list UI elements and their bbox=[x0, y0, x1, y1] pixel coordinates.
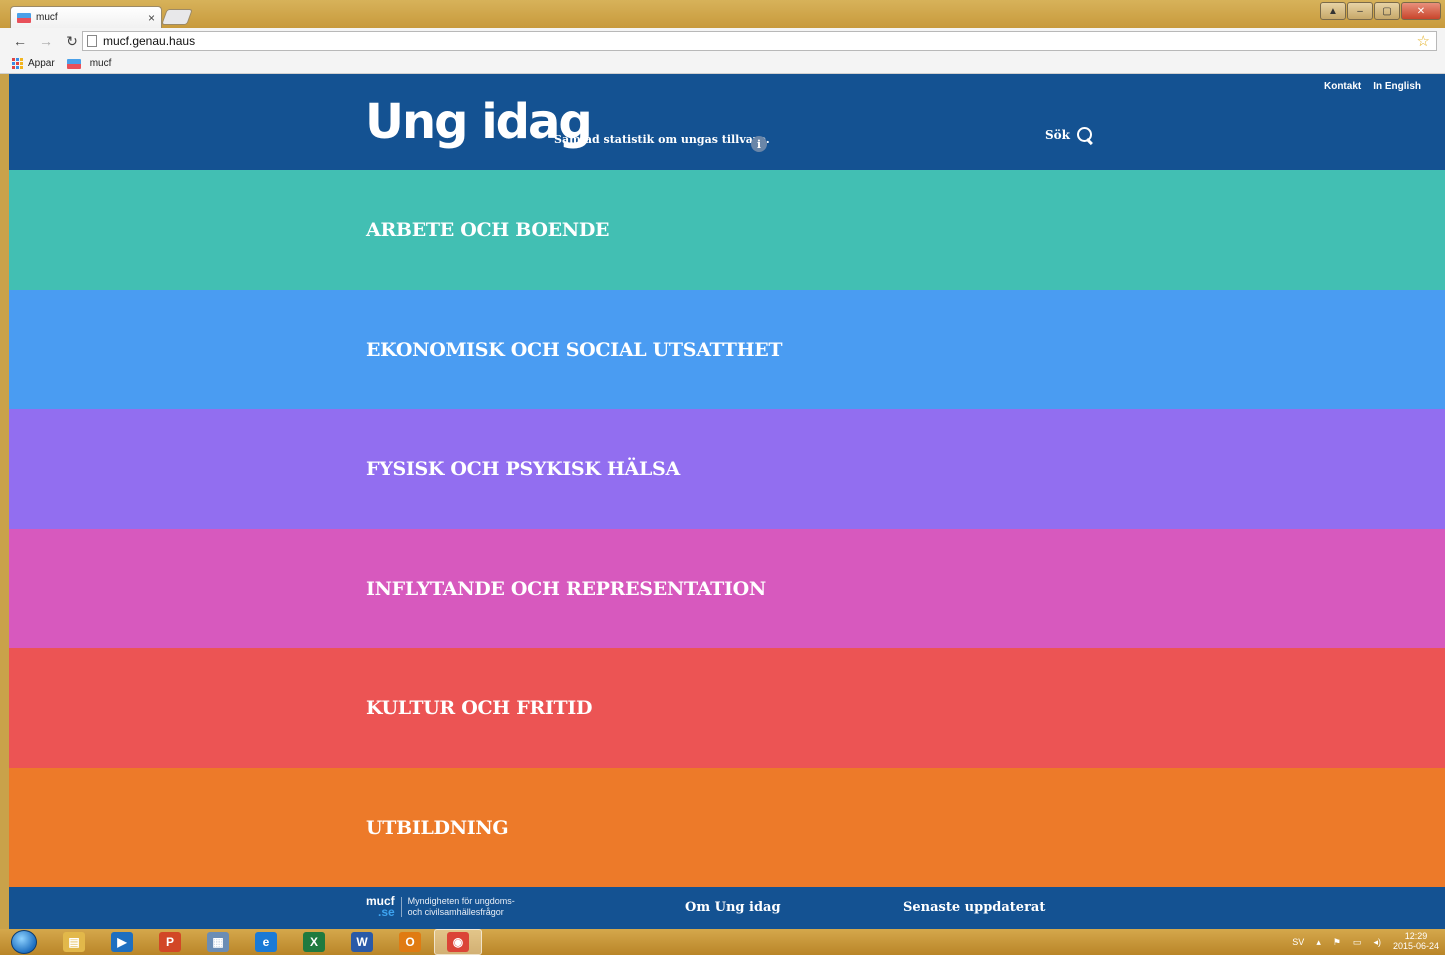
windows-orb-icon bbox=[11, 930, 37, 954]
mucf-favicon-icon bbox=[17, 12, 31, 23]
internet-explorer-icon: e bbox=[255, 932, 277, 952]
mucf-mark-se: .se bbox=[377, 904, 395, 919]
taskbar-app-button[interactable]: e bbox=[242, 929, 290, 955]
forward-arrow-icon[interactable]: → bbox=[38, 33, 54, 49]
language-indicator[interactable]: SV bbox=[1292, 937, 1304, 947]
system-tray: SV ▴ ⚑ ▭ ◂) 12:29 2015-06-24 bbox=[1292, 929, 1439, 955]
bookmark-star-icon[interactable]: ☆ bbox=[1417, 32, 1430, 50]
start-button[interactable] bbox=[6, 929, 42, 955]
window-controls: ▲ – ▢ ✕ bbox=[1320, 2, 1441, 20]
bookmark-label: mucf bbox=[89, 58, 112, 69]
top-links: Kontakt In English bbox=[1324, 81, 1421, 92]
reload-icon[interactable]: ↻ bbox=[64, 33, 80, 50]
search-button[interactable]: Sök bbox=[1045, 126, 1094, 144]
address-bar[interactable]: mucf.genau.haus ☆ bbox=[82, 31, 1437, 51]
clock-date: 2015-06-24 bbox=[1392, 941, 1439, 951]
mucf-logo[interactable]: mucf .se Myndigheten för ungdoms- och ci… bbox=[366, 895, 515, 919]
site-header: Kontakt In English Ung idag Samlad stati… bbox=[9, 74, 1445, 170]
taskbar-app-button[interactable]: O bbox=[386, 929, 434, 955]
bookmarks-bar: Appar mucf bbox=[0, 54, 1445, 74]
mucf-agency-name: Myndigheten för ungdoms- och civilsamhäl… bbox=[408, 896, 515, 917]
site-tagline: Samlad statistik om ungas tillvaro. bbox=[554, 133, 770, 146]
info-icon[interactable]: i bbox=[751, 136, 767, 152]
taskbar-app-button[interactable]: ▤ bbox=[50, 929, 98, 955]
windows-taskbar: ▤ ▶ P ▦ e X W O ◉ SV ▴ ⚑ ▭ ◂) 12:29 2015-06-24 bbox=[0, 929, 1445, 955]
category-band[interactable]: INFLYTANDE OCH REPRESENTATION bbox=[9, 528, 1445, 649]
browser-toolbar: ← → ↻ mucf.genau.haus ☆ bbox=[0, 28, 1445, 54]
chrome-icon: ◉ bbox=[447, 932, 469, 952]
site-footer: mucf .se Myndigheten för ungdoms- och ci… bbox=[9, 887, 1445, 929]
taskbar-app-button[interactable]: ▶ bbox=[98, 929, 146, 955]
bookmark-label: Appar bbox=[28, 58, 55, 69]
category-label: INFLYTANDE OCH REPRESENTATION bbox=[366, 577, 766, 600]
category-label: FYSISK OCH PSYKISK HÄLSA bbox=[366, 458, 680, 480]
search-icon bbox=[1076, 126, 1094, 144]
bookmark-mucf[interactable]: mucf bbox=[66, 58, 112, 69]
latest-updated-link[interactable]: Senaste uppdaterat bbox=[903, 900, 1045, 915]
media-player-icon: ▶ bbox=[111, 932, 133, 952]
category-band[interactable]: KULTUR OCH FRITID bbox=[9, 648, 1445, 768]
close-window-button[interactable]: ✕ bbox=[1401, 2, 1441, 20]
calculator-icon: ▦ bbox=[207, 932, 229, 952]
clock[interactable]: 12:29 2015-06-24 bbox=[1392, 931, 1439, 952]
mucf-favicon-icon bbox=[66, 58, 81, 69]
taskbar-app-button[interactable]: P bbox=[146, 929, 194, 955]
logo-divider bbox=[400, 896, 402, 917]
category-label: KULTUR OCH FRITID bbox=[366, 697, 593, 719]
outlook-icon: O bbox=[399, 932, 421, 952]
taskbar-app-button[interactable]: ◉ bbox=[434, 929, 482, 955]
page-icon bbox=[87, 35, 97, 47]
explorer-icon: ▤ bbox=[63, 932, 85, 952]
category-band[interactable]: UTBILDNING bbox=[9, 767, 1445, 888]
tray-expand-icon[interactable]: ▴ bbox=[1316, 937, 1321, 948]
mucf-line-2: och civilsamhällesfrågor bbox=[407, 906, 504, 917]
category-band[interactable]: EKONOMISK OCH SOCIAL UTSATTHET bbox=[9, 289, 1445, 410]
category-label: UTBILDNING bbox=[366, 816, 509, 839]
minimize-button[interactable]: – bbox=[1347, 2, 1373, 20]
taskbar-app-button[interactable]: W bbox=[338, 929, 386, 955]
apps-grid-icon bbox=[12, 57, 24, 70]
mucf-mark: mucf .se bbox=[366, 895, 395, 919]
user-icon[interactable]: ▲ bbox=[1320, 2, 1346, 20]
volume-icon[interactable]: ◂) bbox=[1373, 937, 1381, 948]
tab-close-icon[interactable]: × bbox=[148, 11, 155, 25]
url-text: mucf.genau.haus bbox=[103, 34, 196, 48]
excel-icon: X bbox=[303, 932, 325, 952]
mucf-line-1: Myndigheten för ungdoms- bbox=[407, 896, 515, 907]
tab-title: mucf bbox=[36, 12, 58, 23]
word-icon: W bbox=[351, 932, 373, 952]
bookmark-apps[interactable]: Appar bbox=[12, 57, 55, 70]
browser-tabstrip: mucf × ▲ – ▢ ✕ bbox=[0, 0, 1445, 28]
english-link[interactable]: In English bbox=[1373, 81, 1421, 92]
network-icon[interactable]: ▭ bbox=[1353, 937, 1362, 948]
maximize-button[interactable]: ▢ bbox=[1374, 2, 1400, 20]
taskbar-apps: ▤ ▶ P ▦ e X W O ◉ bbox=[50, 929, 482, 955]
search-label: Sök bbox=[1045, 128, 1070, 142]
category-band[interactable]: ARBETE OCH BOENDE bbox=[9, 170, 1445, 290]
category-label: ARBETE OCH BOENDE bbox=[366, 219, 610, 241]
powerpoint-icon: P bbox=[159, 932, 181, 952]
taskbar-app-button[interactable]: X bbox=[290, 929, 338, 955]
browser-tab[interactable]: mucf × bbox=[10, 6, 162, 28]
website: Kontakt In English Ung idag Samlad stati… bbox=[9, 74, 1445, 929]
taskbar-app-button[interactable]: ▦ bbox=[194, 929, 242, 955]
new-tab-button[interactable] bbox=[161, 9, 193, 25]
category-band[interactable]: FYSISK OCH PSYKISK HÄLSA bbox=[9, 409, 1445, 529]
back-arrow-icon[interactable]: ← bbox=[12, 33, 28, 49]
category-label: EKONOMISK OCH SOCIAL UTSATTHET bbox=[366, 338, 783, 361]
action-center-flag-icon[interactable]: ⚑ bbox=[1333, 937, 1341, 948]
about-link[interactable]: Om Ung idag bbox=[685, 900, 781, 915]
contact-link[interactable]: Kontakt bbox=[1324, 81, 1361, 92]
